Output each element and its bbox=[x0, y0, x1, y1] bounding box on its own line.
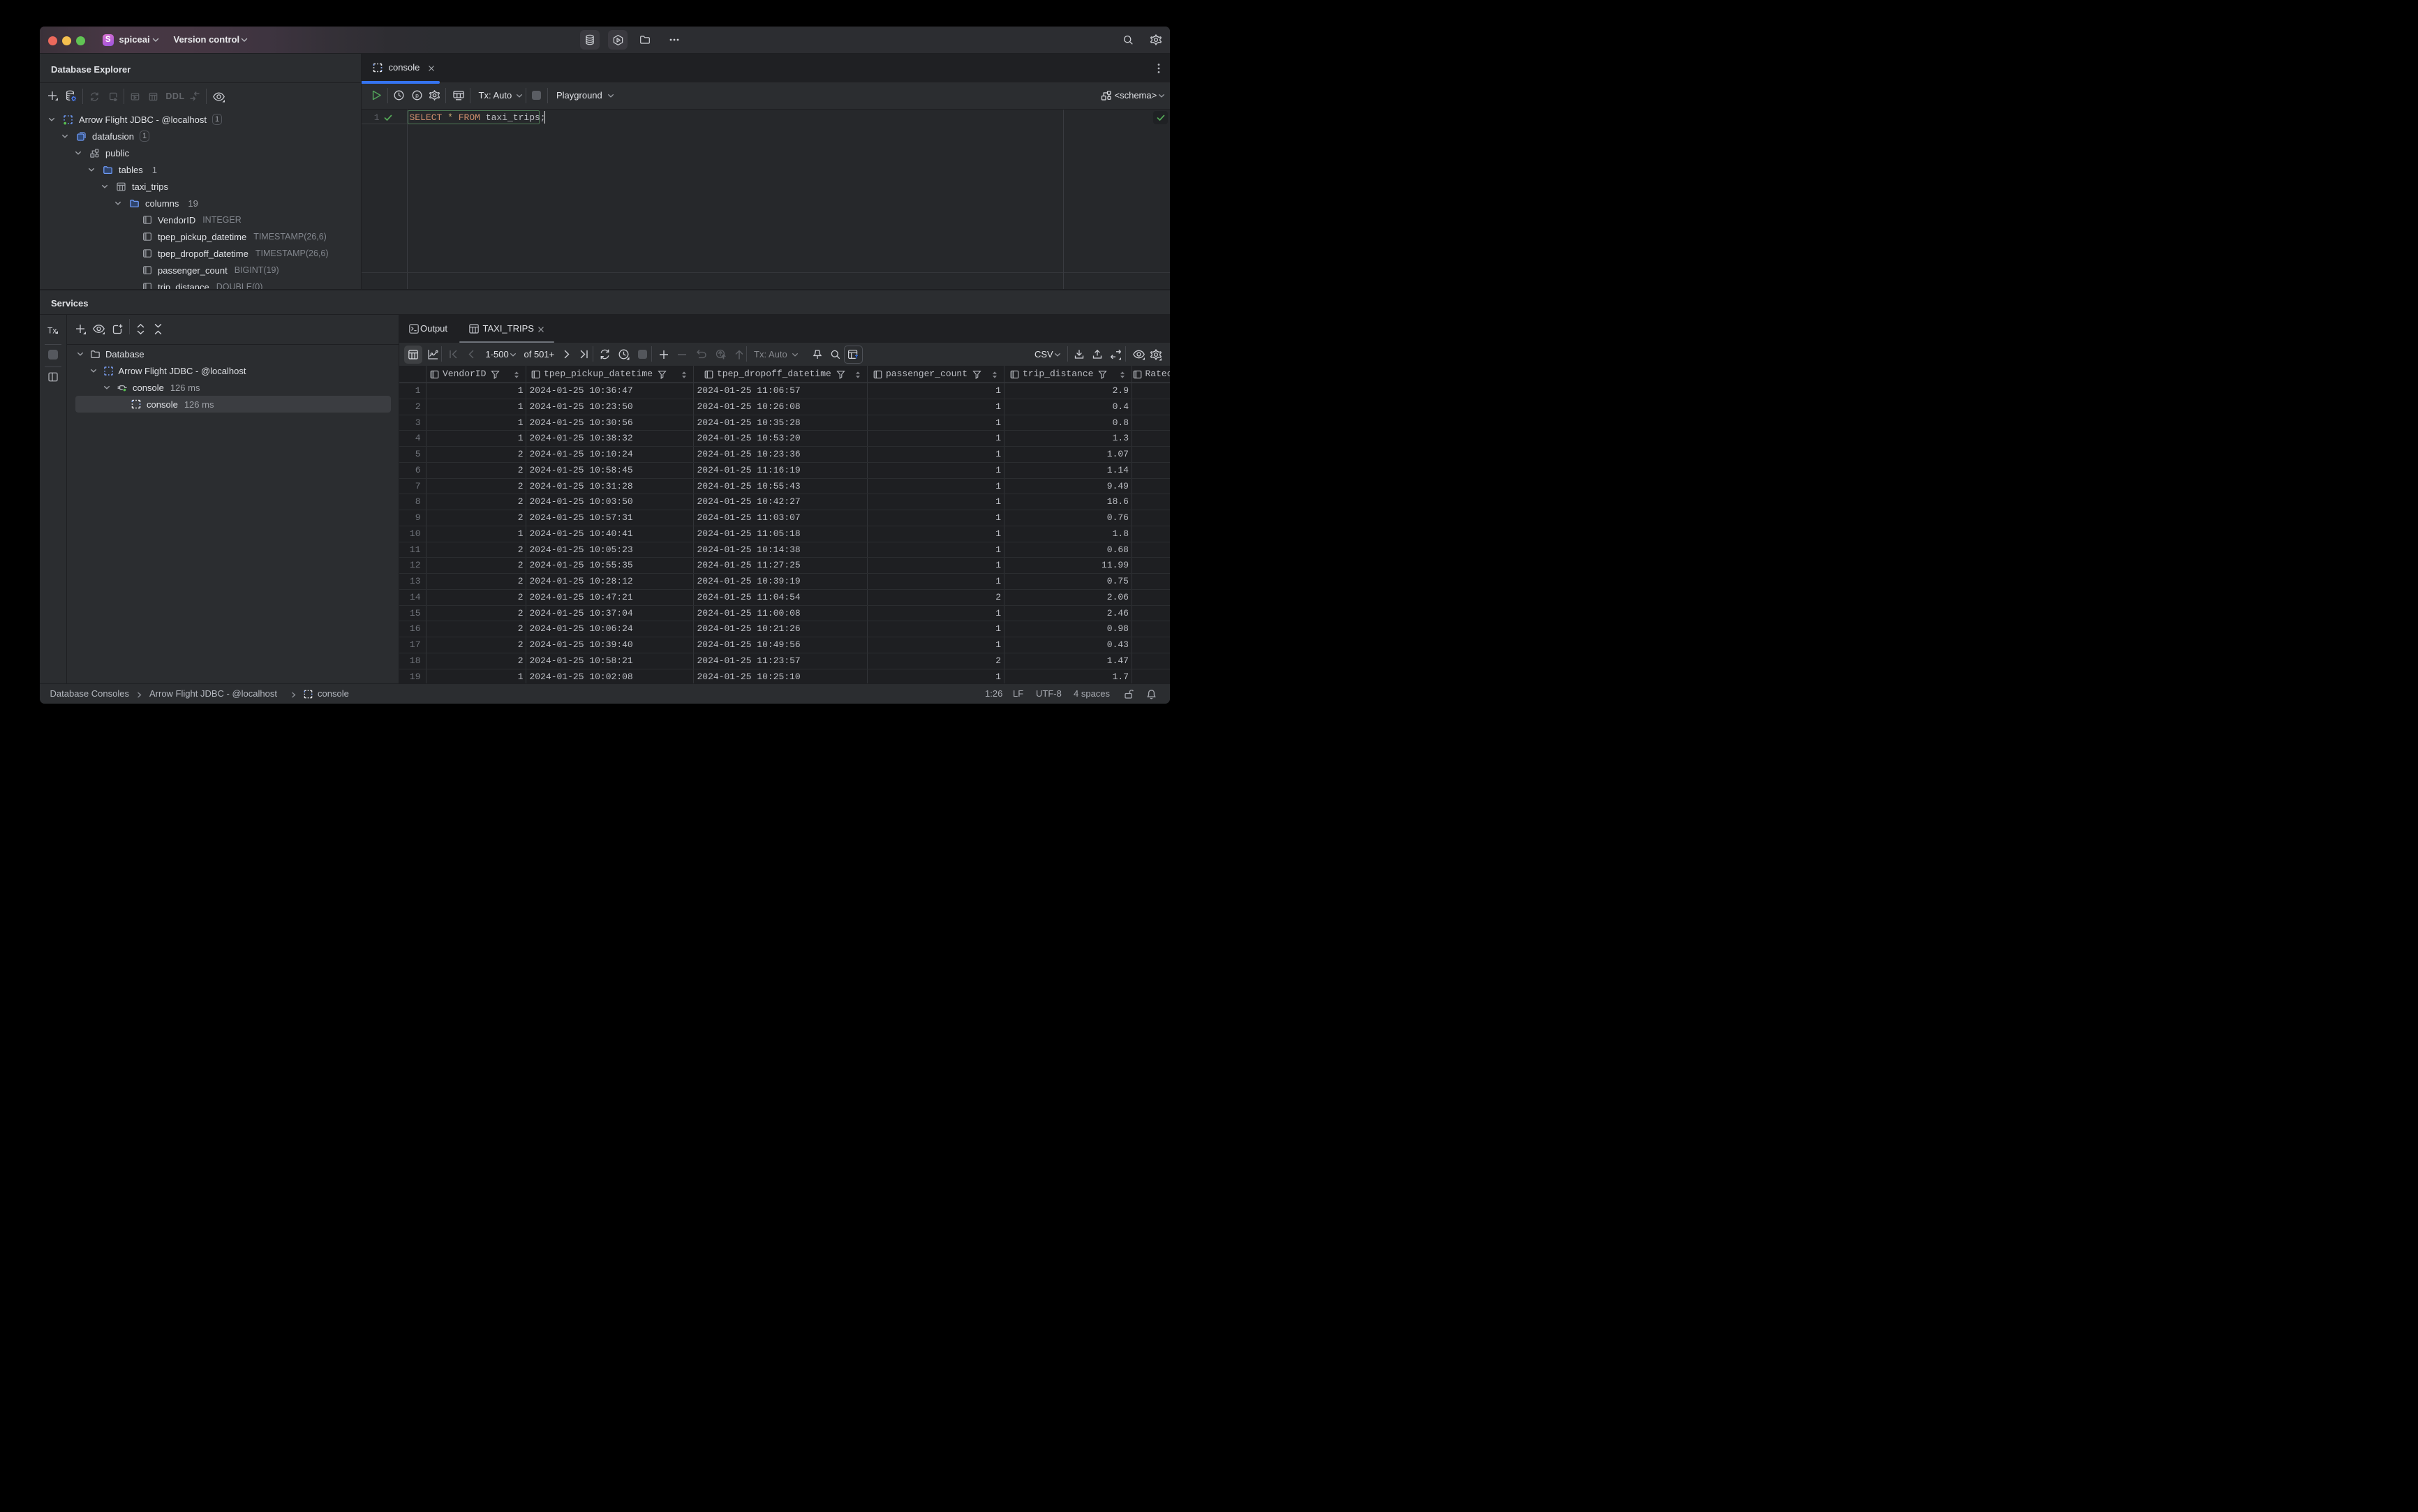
svg-text:p: p bbox=[415, 92, 419, 99]
svg-text:Tx: Tx bbox=[47, 326, 57, 336]
